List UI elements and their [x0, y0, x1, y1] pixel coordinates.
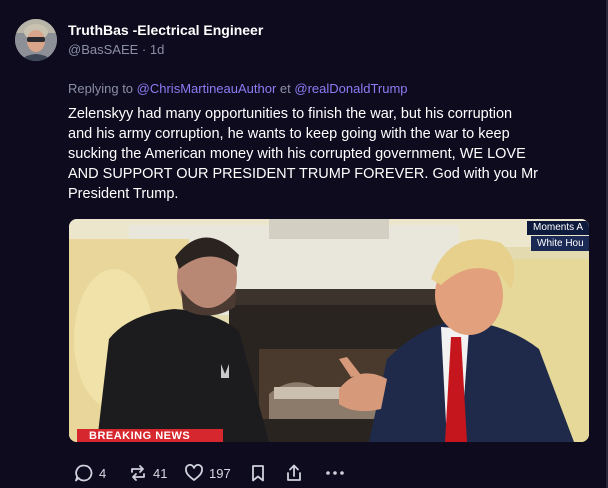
breaking-news-banner: BREAKING NEWS — [89, 430, 191, 442]
post-text: Zelenskyy had many opportunities to fini… — [68, 104, 588, 204]
reply-icon — [74, 463, 94, 483]
reply-prefix: Replying to — [68, 81, 137, 96]
overlay-white-house: White Hou — [537, 238, 584, 249]
meta-separator: · — [138, 42, 150, 57]
post-age[interactable]: 1d — [150, 42, 164, 57]
repost-count: 41 — [153, 465, 168, 481]
post-text-line: President Trump. — [68, 186, 179, 202]
more-button[interactable] — [324, 461, 346, 485]
author-meta: @BasSAEE · 1d — [68, 42, 164, 57]
share-icon — [284, 463, 304, 483]
mention-link-2[interactable]: @realDonaldTrump — [294, 81, 407, 96]
repost-button[interactable]: 41 — [128, 461, 167, 485]
post-text-line: and his army corruption, he wants to kee… — [68, 126, 510, 142]
reply-button[interactable]: 4 — [74, 461, 106, 485]
repost-icon — [128, 463, 148, 483]
like-icon — [184, 463, 204, 483]
reply-context: Replying to @ChrisMartineauAuthor et @re… — [68, 81, 408, 96]
author-display-name[interactable]: TruthBas -Electrical Engineer — [68, 22, 263, 38]
like-count: 197 — [209, 465, 231, 481]
like-button[interactable]: 197 — [184, 461, 231, 485]
post-text-line: sucking the American money with his corr… — [68, 146, 526, 162]
reply-count: 4 — [99, 465, 107, 481]
overlay-moments: Moments A — [533, 222, 584, 233]
more-icon — [324, 463, 346, 483]
bookmark-button[interactable] — [248, 461, 268, 485]
bookmark-icon — [248, 463, 268, 483]
post-text-line: AND SUPPORT OUR PRESIDENT TRUMP FOREVER.… — [68, 166, 539, 182]
share-button[interactable] — [284, 461, 304, 485]
avatar[interactable] — [15, 19, 57, 61]
post-media-image[interactable]: Moments A White Hou BREAKING NEWS — [69, 219, 589, 442]
post-text-line: Zelenskyy had many opportunities to fini… — [68, 106, 513, 122]
author-handle[interactable]: @BasSAEE — [68, 42, 138, 57]
reply-conjunction: et — [276, 81, 295, 96]
mention-link-1[interactable]: @ChrisMartineauAuthor — [137, 81, 277, 96]
